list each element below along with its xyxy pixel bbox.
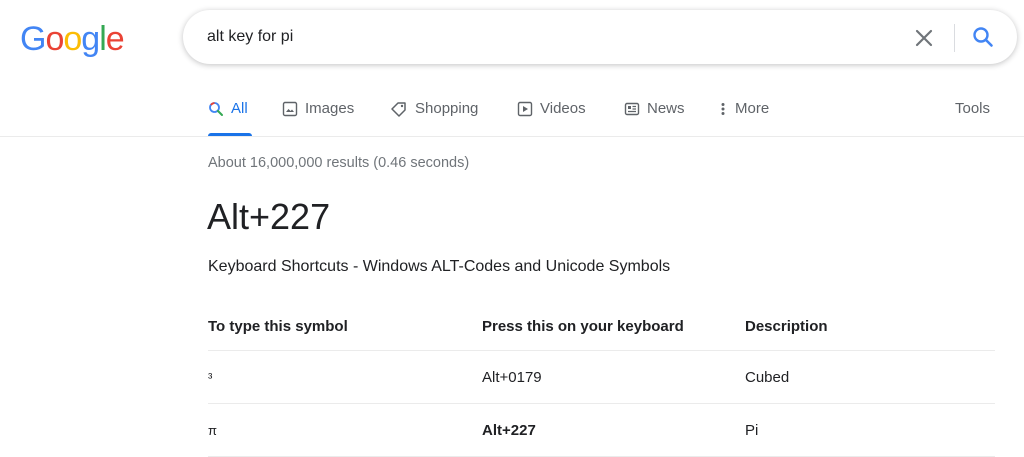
play-icon [517, 101, 533, 116]
symbol-table: To type this symbol Press this on your k… [208, 302, 995, 457]
table-row: π Alt+227 Pi [208, 403, 995, 457]
tab-label: Images [305, 100, 355, 117]
tab-news[interactable]: News [624, 100, 685, 117]
table-cell-description: Cubed [745, 350, 995, 404]
tab-label: Videos [540, 100, 586, 117]
table-header: To type this symbol [208, 302, 482, 351]
close-icon[interactable] [911, 25, 937, 51]
tab-label: Shopping [415, 100, 479, 117]
search-tabs: All Images Shopping Videos News More Too… [0, 88, 1024, 137]
logo-letter: o [45, 20, 64, 58]
table-header-row: To type this symbol Press this on your k… [208, 302, 995, 351]
logo-letter: g [81, 20, 100, 58]
tab-all[interactable]: All [208, 100, 248, 117]
table-cell-keys: Alt+227 [482, 403, 745, 457]
tab-label: News [647, 100, 685, 117]
tag-icon [391, 101, 406, 117]
image-icon [282, 101, 298, 116]
search-icon [209, 101, 223, 116]
tools-button[interactable]: Tools [955, 100, 990, 117]
search-divider [954, 24, 955, 52]
featured-source-title: Keyboard Shortcuts - Windows ALT-Codes a… [208, 258, 671, 275]
table-cell-symbol: π [208, 403, 482, 457]
result-stats: About 16,000,000 results (0.46 seconds) [208, 155, 470, 171]
search-icon[interactable] [969, 23, 997, 51]
newspaper-icon [624, 102, 640, 115]
table-header: Press this on your keyboard [482, 302, 745, 351]
google-logo[interactable]: Google [20, 20, 125, 58]
search-input[interactable] [207, 10, 887, 64]
active-tab-indicator [208, 133, 252, 136]
logo-letter: G [20, 20, 46, 58]
tab-more[interactable]: More [718, 100, 769, 117]
table-cell-description: Pi [745, 403, 995, 457]
tab-shopping[interactable]: Shopping [390, 100, 478, 117]
logo-letter: e [105, 20, 125, 58]
table-header: Description [745, 302, 995, 351]
more-vert-icon [721, 102, 725, 115]
tab-label: More [735, 100, 770, 117]
logo-letter: o [63, 20, 82, 58]
featured-answer: Alt+227 [207, 196, 331, 237]
tab-images[interactable]: Images [282, 100, 354, 117]
tab-videos[interactable]: Videos [517, 100, 586, 117]
table-cell-symbol: ³ [208, 350, 482, 404]
table-row: ³ Alt+0179 Cubed [208, 350, 995, 404]
search-box [183, 10, 1017, 64]
table-cell-keys: Alt+0179 [482, 350, 745, 404]
tab-label: All [231, 100, 248, 117]
